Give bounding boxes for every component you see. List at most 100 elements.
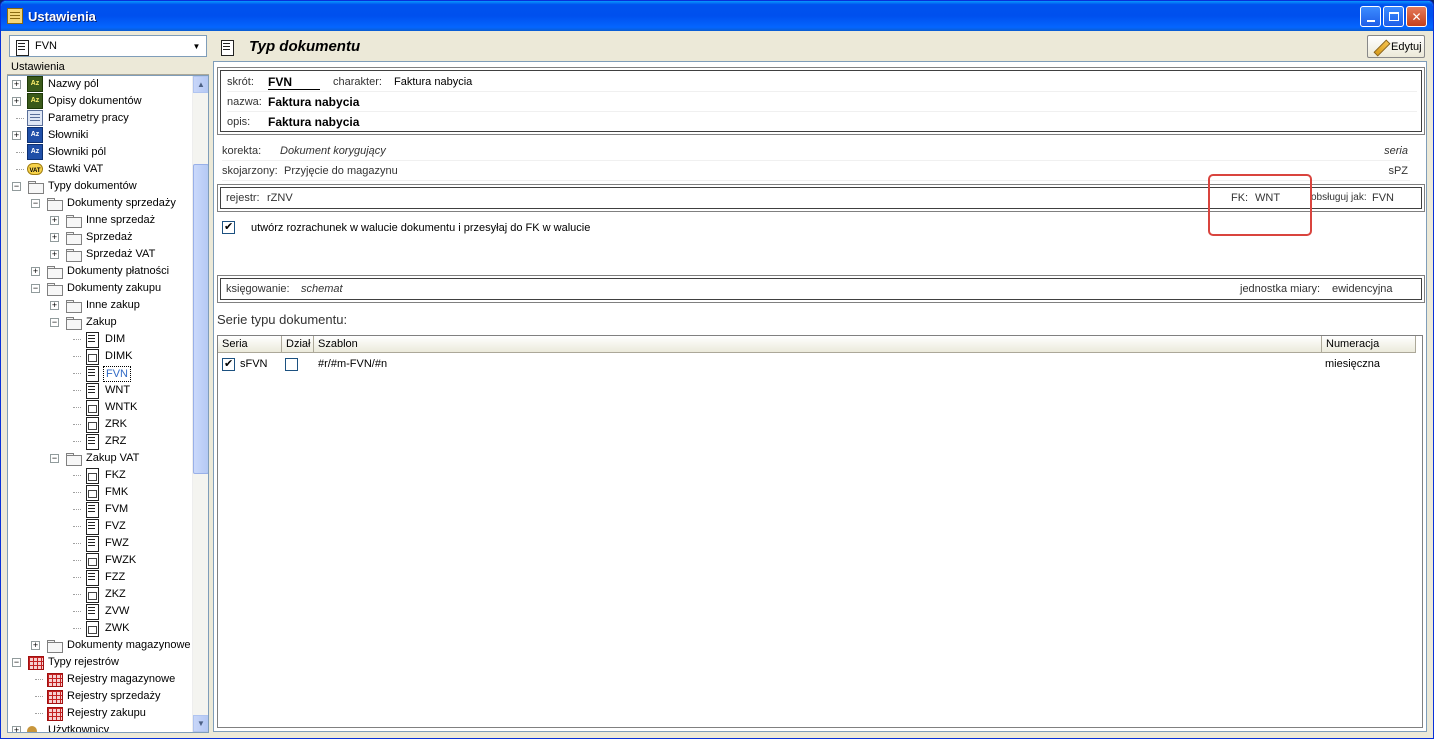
tree-scrollbar[interactable]: ▲ ▼ <box>192 76 208 732</box>
expand-icon[interactable]: + <box>12 726 21 732</box>
expand-icon[interactable]: + <box>12 97 21 106</box>
collapse-icon[interactable]: − <box>50 318 59 327</box>
scroll-down-icon[interactable]: ▼ <box>193 715 208 732</box>
tree-connector <box>73 509 81 510</box>
tree-item[interactable]: − Dokumenty sprzedaży <box>8 195 194 212</box>
series-template[interactable]: #r/#m-FVN/#n <box>318 356 387 373</box>
expand-icon[interactable]: + <box>12 80 21 89</box>
window-title: Ustawienia <box>28 9 96 24</box>
tree-item[interactable]: ZKZ <box>8 586 194 603</box>
charakter-value[interactable]: Faktura nabycia <box>394 76 472 88</box>
column-seria[interactable]: Seria <box>218 336 282 353</box>
tree-item[interactable]: WNT <box>8 382 194 399</box>
series-code[interactable]: sFVN <box>240 356 268 373</box>
tree-item[interactable]: WNTK <box>8 399 194 416</box>
document-icon <box>84 535 100 552</box>
document-icon <box>84 331 100 348</box>
posting-frame: księgowanie: schemat jednostka miary: ew… <box>220 278 1422 300</box>
tree-item[interactable]: + Dokumenty magazynowe <box>8 637 194 654</box>
tree-item[interactable]: ZVW <box>8 603 194 620</box>
tree-item-label: Rejestry sprzedaży <box>67 690 161 702</box>
title-bar[interactable]: Ustawienia ✕ <box>1 1 1433 31</box>
tree-item[interactable]: Rejestry magazynowe <box>8 671 194 688</box>
series-grid[interactable]: Seria Dział Szablon Numeracja sFVN #r/#m… <box>217 335 1423 728</box>
tree-item-label: FWZ <box>105 537 129 549</box>
collapse-icon[interactable]: − <box>31 284 40 293</box>
opis-value[interactable]: Faktura nabycia <box>268 115 359 129</box>
series-dzial-checkbox[interactable] <box>285 358 298 371</box>
tree-item[interactable]: FVZ <box>8 518 194 535</box>
tree-item[interactable]: + Dokumenty płatności <box>8 263 194 280</box>
tree-item[interactable]: − Typy rejestrów <box>8 654 194 671</box>
document-type-combo[interactable]: FVN ▼ <box>9 35 207 57</box>
tree-item[interactable]: + Inne sprzedaż <box>8 212 194 229</box>
column-numeracja[interactable]: Numeracja <box>1322 336 1416 353</box>
ksiegowanie-value[interactable]: schemat <box>301 283 343 295</box>
collapse-icon[interactable]: − <box>50 454 59 463</box>
expand-icon[interactable]: + <box>50 216 59 225</box>
collapse-icon[interactable]: − <box>12 658 21 667</box>
settings-tree[interactable]: + Az Nazwy pól + Az Opisy dokumentów Parametry… <box>7 75 209 733</box>
skrot-value[interactable]: FVN <box>268 75 320 90</box>
collapse-icon[interactable]: − <box>31 199 40 208</box>
tree-item[interactable]: + Az Opisy dokumentów <box>8 93 194 110</box>
tree-item[interactable]: Az Słowniki pól <box>8 144 194 161</box>
tree-item[interactable]: + Az Nazwy pól <box>8 76 194 93</box>
tree-item[interactable]: ZRK <box>8 416 194 433</box>
tree-item[interactable]: FZZ <box>8 569 194 586</box>
tree-item[interactable]: + Sprzedaż VAT <box>8 246 194 263</box>
tree-item[interactable]: − Zakup VAT <box>8 450 194 467</box>
tree-item[interactable]: DIMK <box>8 348 194 365</box>
expand-icon[interactable]: + <box>50 301 59 310</box>
close-button[interactable]: ✕ <box>1406 6 1427 27</box>
obsluguj-value[interactable]: FVN <box>1372 192 1394 204</box>
column-szablon[interactable]: Szablon <box>314 336 1322 353</box>
chevron-down-icon[interactable]: ▼ <box>188 37 205 55</box>
tree-item[interactable]: Parametry pracy <box>8 110 194 127</box>
expand-icon[interactable]: + <box>50 250 59 259</box>
currency-settlement-checkbox[interactable] <box>222 220 235 234</box>
tree-item[interactable]: + Użytkownicy <box>8 722 194 732</box>
tree-item[interactable]: ZRZ <box>8 433 194 450</box>
tree-item[interactable]: + Az Słowniki <box>8 127 194 144</box>
skojarzony-seria[interactable]: sPZ <box>1388 165 1408 177</box>
expand-icon[interactable]: + <box>50 233 59 242</box>
tree-item[interactable]: − Typy dokumentów <box>8 178 194 195</box>
series-numbering[interactable]: miesięczna <box>1325 356 1380 373</box>
nazwa-value[interactable]: Faktura nabycia <box>268 95 359 109</box>
edit-button[interactable]: Edytuj <box>1367 35 1425 58</box>
scroll-up-icon[interactable]: ▲ <box>193 76 208 93</box>
tree-item[interactable]: FWZ <box>8 535 194 552</box>
tree-item[interactable]: FMK <box>8 484 194 501</box>
tree-item[interactable]: Rejestry zakupu <box>8 705 194 722</box>
minimize-button[interactable] <box>1360 6 1381 27</box>
rejestr-value[interactable]: rZNV <box>267 192 293 204</box>
tree-item-label: Dokumenty zakupu <box>67 282 162 294</box>
expand-icon[interactable]: + <box>31 641 40 650</box>
skojarzony-value[interactable]: Przyjęcie do magazynu <box>284 165 398 177</box>
series-active-checkbox[interactable] <box>222 357 235 371</box>
korekta-value[interactable]: Dokument korygujący <box>280 145 386 157</box>
tree-item[interactable]: FWZK <box>8 552 194 569</box>
column-dzial[interactable]: Dział <box>282 336 314 353</box>
tree-item[interactable]: ZWK <box>8 620 194 637</box>
collapse-icon[interactable]: − <box>12 182 21 191</box>
tree-item[interactable]: FVN <box>8 365 194 382</box>
tree-item-label: FZZ <box>105 571 126 583</box>
scroll-thumb[interactable] <box>193 164 208 474</box>
tree-item[interactable]: Rejestry sprzedaży <box>8 688 194 705</box>
tree-item[interactable]: + Inne zakup <box>8 297 194 314</box>
expand-icon[interactable]: + <box>31 267 40 276</box>
korekta-seria[interactable]: seria <box>1384 145 1408 157</box>
tree-item[interactable]: DIM <box>8 331 194 348</box>
tree-item[interactable]: − Dokumenty zakupu <box>8 280 194 297</box>
tree-item-label: DIMK <box>105 350 133 362</box>
tree-item[interactable]: − Zakup <box>8 314 194 331</box>
tree-item[interactable]: VAT Stawki VAT <box>8 161 194 178</box>
tree-item[interactable]: FVM <box>8 501 194 518</box>
jm-value[interactable]: ewidencyjna <box>1332 283 1393 295</box>
maximize-button[interactable] <box>1383 6 1404 27</box>
tree-item[interactable]: FKZ <box>8 467 194 484</box>
tree-item[interactable]: + Sprzedaż <box>8 229 194 246</box>
expand-icon[interactable]: + <box>12 131 21 140</box>
